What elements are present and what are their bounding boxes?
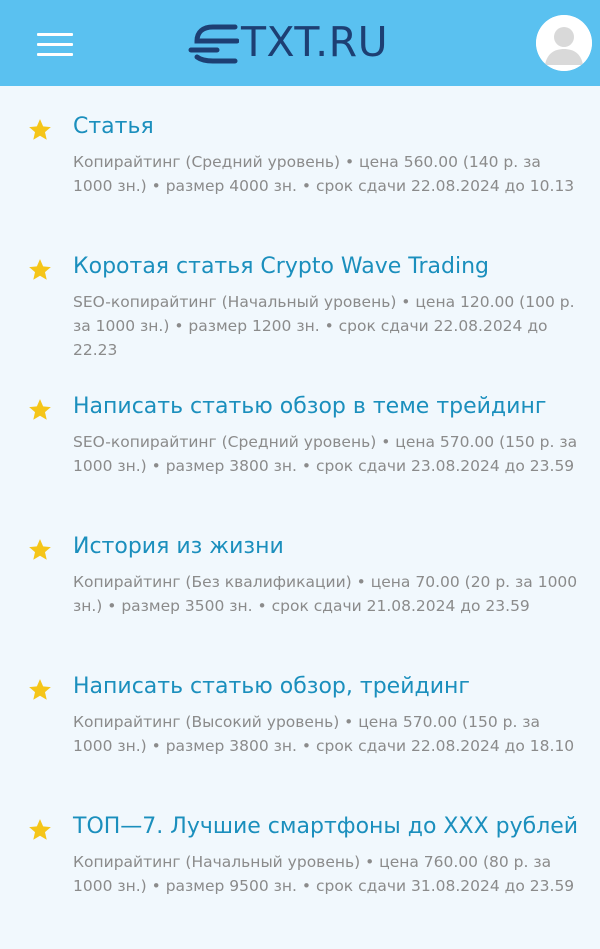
logo-e-icon: [188, 24, 239, 64]
menu-line: [37, 33, 73, 36]
hamburger-icon[interactable]: [37, 31, 73, 57]
star-icon: [29, 679, 51, 700]
order-details: Копирайтинг (Без квалификации) • цена 70…: [73, 573, 578, 615]
star-icon: [29, 399, 51, 420]
top-bar: TXT.RU: [0, 0, 600, 86]
order-details: Копирайтинг (Высокий уровень) • цена 570…: [73, 713, 575, 755]
order-details: Копирайтинг (Средний уровень) • цена 560…: [73, 153, 575, 195]
order-title[interactable]: ТОП—7. Лучшие смартфоны до XXX рублей: [73, 812, 593, 842]
star-icon: [29, 119, 51, 140]
star-icon: [29, 819, 51, 840]
user-avatar-icon[interactable]: [536, 15, 592, 71]
star-icon: [29, 539, 51, 560]
avatar-silhouette-icon: [536, 15, 592, 71]
star-icon: [29, 259, 51, 280]
order-title[interactable]: Написать статью обзор, трейдинг: [73, 672, 593, 702]
order-details: SEO-копирайтинг (Средний уровень) • цена…: [73, 433, 578, 475]
order-title[interactable]: История из жизни: [73, 532, 593, 562]
menu-line: [37, 53, 73, 56]
menu-line: [37, 43, 73, 46]
order-title[interactable]: Коротая статья Crypto Wave Trading: [73, 252, 593, 282]
order-details: Копирайтинг (Начальный уровень) • цена 7…: [73, 853, 575, 895]
order-details: SEO-копирайтинг (Начальный уровень) • це…: [73, 293, 575, 359]
site-logo[interactable]: TXT.RU: [187, 18, 388, 66]
order-title[interactable]: Статья: [73, 112, 593, 142]
order-title[interactable]: Написать статью обзор в теме трейдинг: [73, 392, 593, 422]
logo-text: TXT.RU: [241, 17, 389, 66]
